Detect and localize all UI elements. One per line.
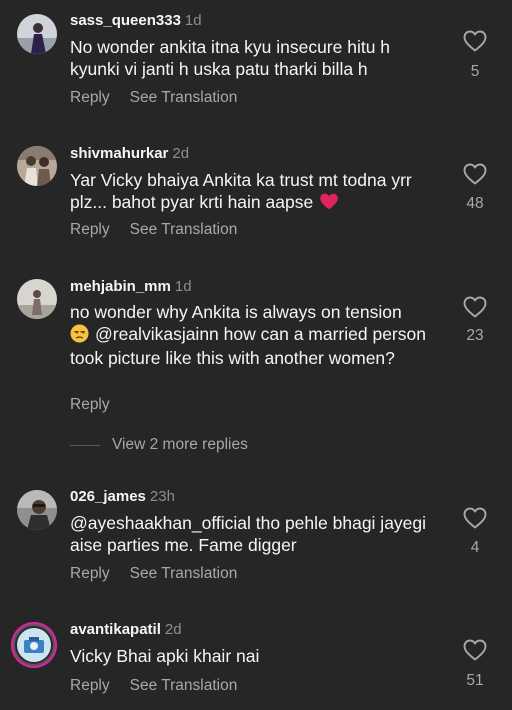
comment-time: 23h: [149, 488, 175, 505]
comment-actions: Reply See Translation: [70, 677, 237, 695]
replies-divider: [70, 445, 100, 446]
view-more-replies-button[interactable]: View 2 more replies: [112, 436, 248, 454]
username[interactable]: 026_james: [70, 488, 146, 505]
comment-time: 2d: [172, 145, 190, 162]
reply-button[interactable]: Reply: [70, 221, 110, 238]
comment-meta: mehjabin_mm 1d: [70, 278, 192, 295]
heart-icon[interactable]: [463, 30, 487, 52]
like-count: 51: [466, 672, 484, 689]
comment-actions: Reply: [70, 396, 110, 414]
comment-time: 2d: [164, 621, 182, 638]
avatar[interactable]: [17, 146, 57, 186]
comment-text: Yar Vicky bhaiya Ankita ka trust mt todn…: [70, 170, 440, 216]
comment-actions: Reply See Translation: [70, 565, 237, 583]
like-count: 48: [466, 195, 484, 212]
unamused-face-emoji-icon: [70, 323, 89, 349]
avatar[interactable]: [17, 279, 57, 319]
avatar[interactable]: [17, 490, 57, 530]
see-translation-button[interactable]: See Translation: [130, 89, 238, 106]
like-count: 23: [466, 327, 484, 344]
see-translation-button[interactable]: See Translation: [130, 565, 238, 582]
heart-icon[interactable]: [463, 163, 487, 185]
comment-actions: Reply See Translation: [70, 221, 237, 239]
comment-text: no wonder why Ankita is always on tensio…: [70, 302, 445, 370]
username[interactable]: sass_queen333: [70, 12, 181, 29]
comment-actions: Reply See Translation: [70, 89, 237, 107]
comment-meta: avantikapatil 2d: [70, 621, 182, 638]
avatar[interactable]: [11, 622, 57, 668]
comment-meta: 026_james 23h: [70, 488, 175, 505]
comment-time: 1d: [184, 12, 202, 29]
like-count: 5: [470, 63, 480, 80]
heart-icon[interactable]: [463, 507, 487, 529]
comment-time: 1d: [174, 278, 192, 295]
comment-text: No wonder ankita itna kyu insecure hitu …: [70, 37, 391, 79]
comment-text: @ayeshaakhan_official tho pehle bhagi ja…: [70, 513, 427, 555]
like-count: 4: [470, 539, 480, 556]
comment-text-content: Yar Vicky bhaiya Ankita ka trust mt todn…: [70, 170, 412, 212]
heart-icon[interactable]: [463, 639, 487, 661]
red-heart-emoji-icon: [319, 192, 339, 217]
comment-meta: sass_queen333 1d: [70, 12, 202, 29]
see-translation-button[interactable]: See Translation: [130, 221, 238, 238]
comment-text-content: @realvikasjainn how can a married person…: [70, 323, 426, 369]
see-translation-button[interactable]: See Translation: [130, 677, 238, 694]
comment-text-rest: @realvikasjainn how can a married person…: [70, 324, 445, 370]
comment-text: Vicky Bhai apki khair nai: [70, 646, 260, 666]
reply-button[interactable]: Reply: [70, 396, 110, 413]
reply-button[interactable]: Reply: [70, 89, 110, 106]
comment-meta: shivmahurkar 2d: [70, 145, 189, 162]
comment-text-line: no wonder why Ankita is always on tensio…: [70, 302, 402, 322]
reply-button[interactable]: Reply: [70, 677, 110, 694]
avatar[interactable]: [17, 14, 57, 54]
username[interactable]: mehjabin_mm: [70, 278, 171, 295]
reply-button[interactable]: Reply: [70, 565, 110, 582]
username[interactable]: shivmahurkar: [70, 145, 168, 162]
username[interactable]: avantikapatil: [70, 621, 161, 638]
heart-icon[interactable]: [463, 296, 487, 318]
